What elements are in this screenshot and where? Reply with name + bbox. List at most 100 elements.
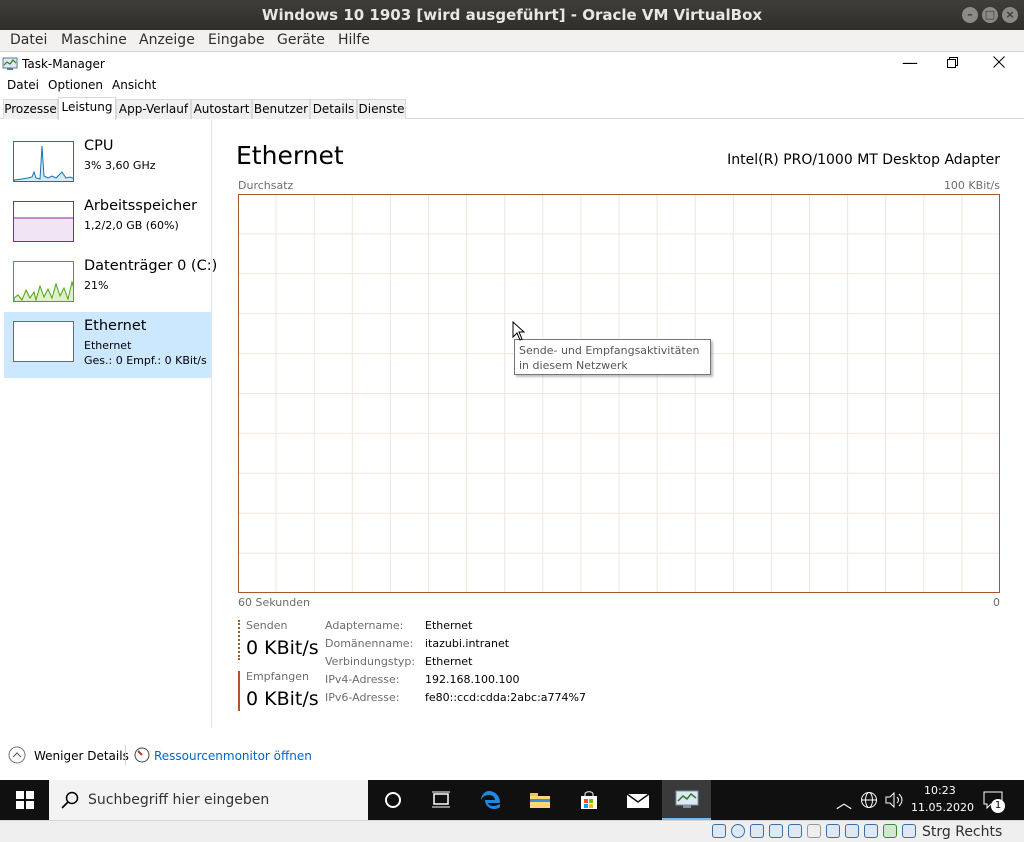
resource-item-disk[interactable]: Datenträger 0 (C:) 21% — [4, 252, 217, 318]
prop-label-conntype: Verbindungstyp: — [325, 655, 416, 668]
vbox-title-bar: Windows 10 1903 [wird ausgeführt] - Orac… — [0, 0, 1024, 30]
cortana-button[interactable] — [368, 780, 417, 820]
network-globe-icon[interactable] — [860, 791, 878, 809]
taskmanager-icon — [675, 790, 698, 808]
prop-label-ipv4: IPv4-Adresse: — [325, 673, 400, 686]
vbox-menu-maschine[interactable]: Maschine — [61, 32, 127, 48]
usb-status-icon[interactable] — [788, 824, 802, 838]
mail-icon — [626, 793, 649, 808]
minimize-icon[interactable]: – — [962, 7, 978, 23]
file-explorer-button[interactable] — [515, 780, 564, 820]
graph-tooltip: Sende- und Empfangsaktivitäten in diesem… — [514, 339, 711, 375]
taskmanager-title: Task-Manager — [22, 57, 105, 71]
display-status-icon[interactable] — [826, 824, 840, 838]
disk-thumbnail-graph — [13, 261, 74, 302]
windows-taskbar: Suchbegriff hier eingeben ︿ 10:23 11.05.… — [0, 780, 1024, 820]
disk-name: Datenträger 0 (C:) — [84, 258, 218, 274]
prop-value-ipv6: fe80::ccd:cdda:2abc:a774%7 — [425, 691, 586, 704]
keyboard-capture-icon[interactable] — [902, 824, 916, 838]
graph-max-label: 100 KBit/s — [943, 179, 1000, 192]
taskmanager-taskbar-button[interactable] — [662, 780, 711, 820]
optical-drive-icon[interactable] — [731, 824, 745, 838]
vbox-menu-hilfe[interactable]: Hilfe — [338, 32, 370, 48]
tab-autostart[interactable]: Autostart — [191, 99, 252, 119]
tab-benutzer[interactable]: Benutzer — [252, 99, 310, 119]
vbox-statusbar: Strg Rechts — [0, 820, 1024, 842]
resource-item-memory[interactable]: Arbeitsspeicher 1,2/2,0 GB (60%) — [4, 192, 211, 258]
adapter-name: Intel(R) PRO/1000 MT Desktop Adapter — [727, 152, 1000, 168]
prop-value-adaptername: Ethernet — [425, 619, 473, 632]
edge-button[interactable] — [466, 780, 515, 820]
search-icon — [61, 791, 79, 809]
memory-thumbnail-graph — [13, 201, 74, 242]
notification-badge: 1 — [991, 799, 1005, 813]
store-button[interactable] — [564, 780, 613, 820]
resource-list: CPU 3% 3,60 GHz Arbeitsspeicher 1,2/2,0 … — [0, 120, 217, 728]
vbox-menu-anzeige[interactable]: Anzeige — [139, 32, 195, 48]
mail-button[interactable] — [613, 780, 662, 820]
resource-monitor-icon — [134, 747, 150, 763]
hdd-status-icon[interactable] — [712, 824, 726, 838]
throughput-graph — [238, 194, 1000, 593]
tab-details[interactable]: Details — [310, 99, 357, 119]
clock-time[interactable]: 10:23 — [924, 784, 956, 797]
video-capture-icon[interactable] — [845, 824, 859, 838]
mouse-integration-icon[interactable] — [883, 824, 897, 838]
chevron-up-circle-icon[interactable] — [8, 746, 26, 764]
tm-close-icon[interactable] — [993, 56, 1005, 68]
recv-legend-line — [238, 671, 240, 711]
start-button[interactable] — [0, 780, 49, 820]
send-label: Senden — [246, 619, 288, 632]
tm-menu-ansicht[interactable]: Ansicht — [112, 78, 156, 92]
taskmanager-menubar: Datei Optionen Ansicht — [0, 75, 1024, 95]
shared-folders-icon[interactable] — [807, 824, 821, 838]
maximize-icon[interactable]: □ — [982, 7, 998, 23]
vbox-menu-eingabe[interactable]: Eingabe — [208, 32, 265, 48]
footer-divider — [125, 745, 126, 765]
tm-restore-icon[interactable] — [947, 57, 959, 69]
tab-prozesse[interactable]: Prozesse — [3, 99, 58, 119]
taskmanager-title-bar: Task-Manager — — [0, 53, 1024, 75]
tm-minimize-icon[interactable]: — — [902, 53, 918, 72]
prop-label-ipv6: IPv6-Adresse: — [325, 691, 400, 704]
taskmanager-app-icon — [2, 57, 18, 70]
audio-status-icon[interactable] — [750, 824, 764, 838]
network-status-icon[interactable] — [769, 824, 783, 838]
vbox-menubar: Datei Maschine Anzeige Eingabe Geräte Hi… — [0, 30, 1024, 52]
edge-icon — [480, 791, 500, 809]
resource-item-cpu[interactable]: CPU 3% 3,60 GHz — [4, 132, 211, 198]
clock-date[interactable]: 11.05.2020 — [911, 801, 974, 814]
tm-menu-datei[interactable]: Datei — [7, 78, 39, 92]
vt-x-status-icon[interactable] — [864, 824, 878, 838]
windows-logo-icon — [15, 791, 34, 809]
search-placeholder: Suchbegriff hier eingeben — [88, 792, 270, 808]
ethernet-name: Ethernet — [84, 318, 147, 334]
store-bag-icon — [580, 791, 597, 809]
resource-monitor-link[interactable]: Ressourcenmonitor öffnen — [154, 749, 312, 763]
tray-chevron-up-icon[interactable]: ︿ — [836, 789, 852, 813]
prop-label-domain: Domänenname: — [325, 637, 414, 650]
tab-dienste[interactable]: Dienste — [357, 99, 406, 119]
less-details-link[interactable]: Weniger Details — [34, 749, 129, 763]
prop-value-ipv4: 192.168.100.100 — [425, 673, 520, 686]
ethernet-subname: Ethernet — [84, 339, 132, 352]
taskbar-search-box[interactable]: Suchbegriff hier eingeben — [49, 780, 368, 820]
graph-time-label: 60 Sekunden — [238, 596, 310, 609]
tab-app-verlauf[interactable]: App-Verlauf — [116, 99, 191, 119]
vbox-menu-geraete[interactable]: Geräte — [277, 32, 325, 48]
tab-leistung[interactable]: Leistung — [58, 97, 116, 120]
prop-value-conntype: Ethernet — [425, 655, 473, 668]
task-view-button[interactable] — [416, 780, 465, 820]
task-view-icon — [431, 791, 450, 808]
vbox-menu-datei[interactable]: Datei — [10, 32, 47, 48]
folder-icon — [529, 793, 550, 808]
graph-min-label: 0 — [993, 596, 1000, 609]
close-icon[interactable]: × — [1002, 7, 1018, 23]
resource-item-ethernet[interactable]: Ethernet Ethernet Ges.: 0 Empf.: 0 KBit/… — [4, 312, 211, 378]
tm-menu-optionen[interactable]: Optionen — [48, 78, 103, 92]
memory-usage: 1,2/2,0 GB (60%) — [84, 219, 179, 232]
send-value: 0 KBit/s — [246, 637, 319, 659]
volume-icon[interactable] — [884, 791, 904, 809]
mouse-cursor-icon — [512, 321, 526, 341]
cpu-name: CPU — [84, 138, 114, 154]
